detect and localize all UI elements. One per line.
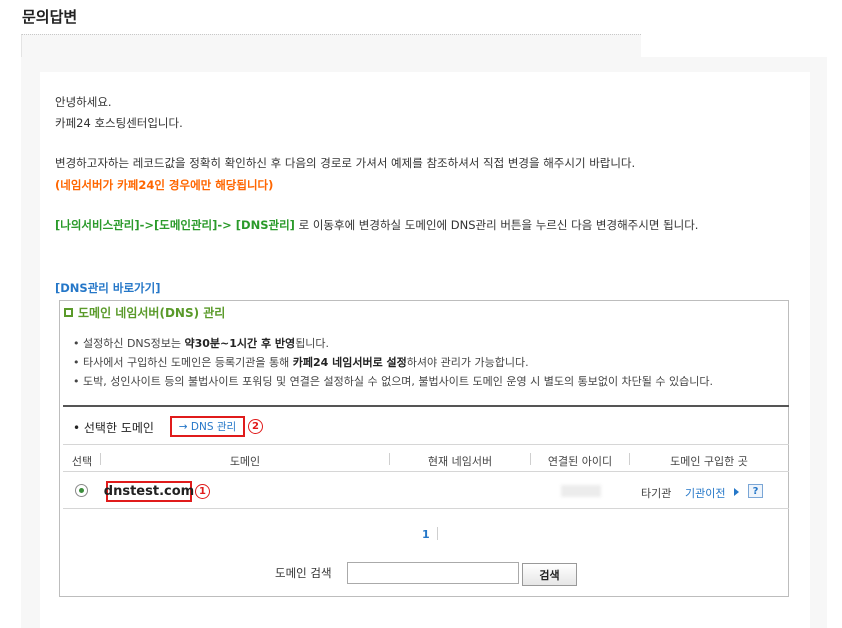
section-divider <box>63 405 789 407</box>
notice-bullet-bold: 카페24 네임서버로 설정 <box>292 356 407 369</box>
search-button[interactable]: 검색 <box>522 563 577 586</box>
pagination-divider <box>437 527 438 540</box>
greeting-text: 안녕하세요. <box>55 95 112 109</box>
domain-select-radio[interactable] <box>75 484 88 497</box>
column-header: 현재 네임서버 <box>427 455 493 468</box>
pagination-page[interactable]: 1 <box>422 528 430 541</box>
dns-manage-button[interactable]: → DNS 관리 <box>170 416 245 437</box>
column-header: 선택 <box>71 455 93 468</box>
page-title: 문의답변 <box>22 8 78 26</box>
notice-bullet-text: • 설정하신 DNS정보는 <box>73 337 185 350</box>
triangle-right-icon <box>734 488 739 496</box>
help-icon[interactable]: ? <box>748 484 763 498</box>
connected-id-redacted <box>561 485 601 497</box>
menu-path-rest: 로 이동후에 변경하실 도메인에 DNS관리 버튼을 누르신 다음 변경해주시면… <box>294 218 699 232</box>
domain-name: dnstest.com <box>104 481 194 502</box>
dns-shortcut-link[interactable]: [DNS관리 바로가기] <box>55 280 160 296</box>
column-header: 도메인 구입한 곳 <box>670 455 748 468</box>
menu-path-highlight: [나의서비스관리]->[도메인관리]-> [DNS관리] <box>55 218 295 232</box>
notice-bullet-text: 하셔야 관리가 가능합니다. <box>406 356 529 369</box>
notice-bullet-text: 됩니다. <box>295 337 330 350</box>
dns-management-box: 도메인 네임서버(DNS) 관리 • 설정하신 DNS정보는 약30분~1시간 … <box>59 300 789 597</box>
square-bullet-icon <box>64 308 73 317</box>
column-header: 연결된 아이디 <box>547 455 613 468</box>
instruction-text: 변경하고자하는 레코드값을 정확히 확인하신 후 다음의 경로로 가셔서 예제를… <box>55 156 636 170</box>
step-marker-2: 2 <box>248 419 263 434</box>
notice-bullet-text: • 도박, 성인사이트 등의 불법사이트 포워딩 및 연결은 설정하실 수 없으… <box>73 375 714 388</box>
notice-bullet: • 타사에서 구입하신 도메인은 등록기관을 통해 카페24 네임서버로 설정하… <box>73 354 529 370</box>
menu-path-text: [나의서비스관리]->[도메인관리]-> [DNS관리] 로 이동후에 변경하실… <box>55 217 698 233</box>
step-marker-1: 1 <box>195 484 210 499</box>
notice-bullet: • 설정하신 DNS정보는 약30분~1시간 후 반영됩니다. <box>73 335 329 351</box>
domain-search-label: 도메인 검색 <box>275 566 332 580</box>
transfer-link[interactable]: 기관이전 <box>685 485 725 501</box>
column-header: 도메인 <box>229 455 261 468</box>
domain-search-input[interactable] <box>347 562 519 584</box>
registrar-text: 타기관 <box>641 487 672 500</box>
notice-bullet-text: • 타사에서 구입하신 도메인은 등록기관을 통해 <box>73 356 293 369</box>
domain-table-header: 선택 도메인 현재 네임서버 연결된 아이디 도메인 구입한 곳 <box>63 444 789 472</box>
table-row: dnstest.com 1 타기관 기관이전 ? <box>63 473 789 509</box>
nameserver-note: (네임서버가 카페24인 경우에만 해당됩니다) <box>55 178 274 192</box>
dns-box-title-text: 도메인 네임서버(DNS) 관리 <box>78 306 226 320</box>
notice-bullet: • 도박, 성인사이트 등의 불법사이트 포워딩 및 연결은 설정하실 수 없으… <box>73 373 713 389</box>
notice-bullet-bold: 약30분~1시간 후 반영 <box>184 337 296 350</box>
dns-box-title: 도메인 네임서버(DNS) 관리 <box>64 304 225 321</box>
selected-domain-label: • 선택한 도메인 <box>73 421 154 435</box>
company-text: 카페24 호스팅센터입니다. <box>55 116 183 130</box>
